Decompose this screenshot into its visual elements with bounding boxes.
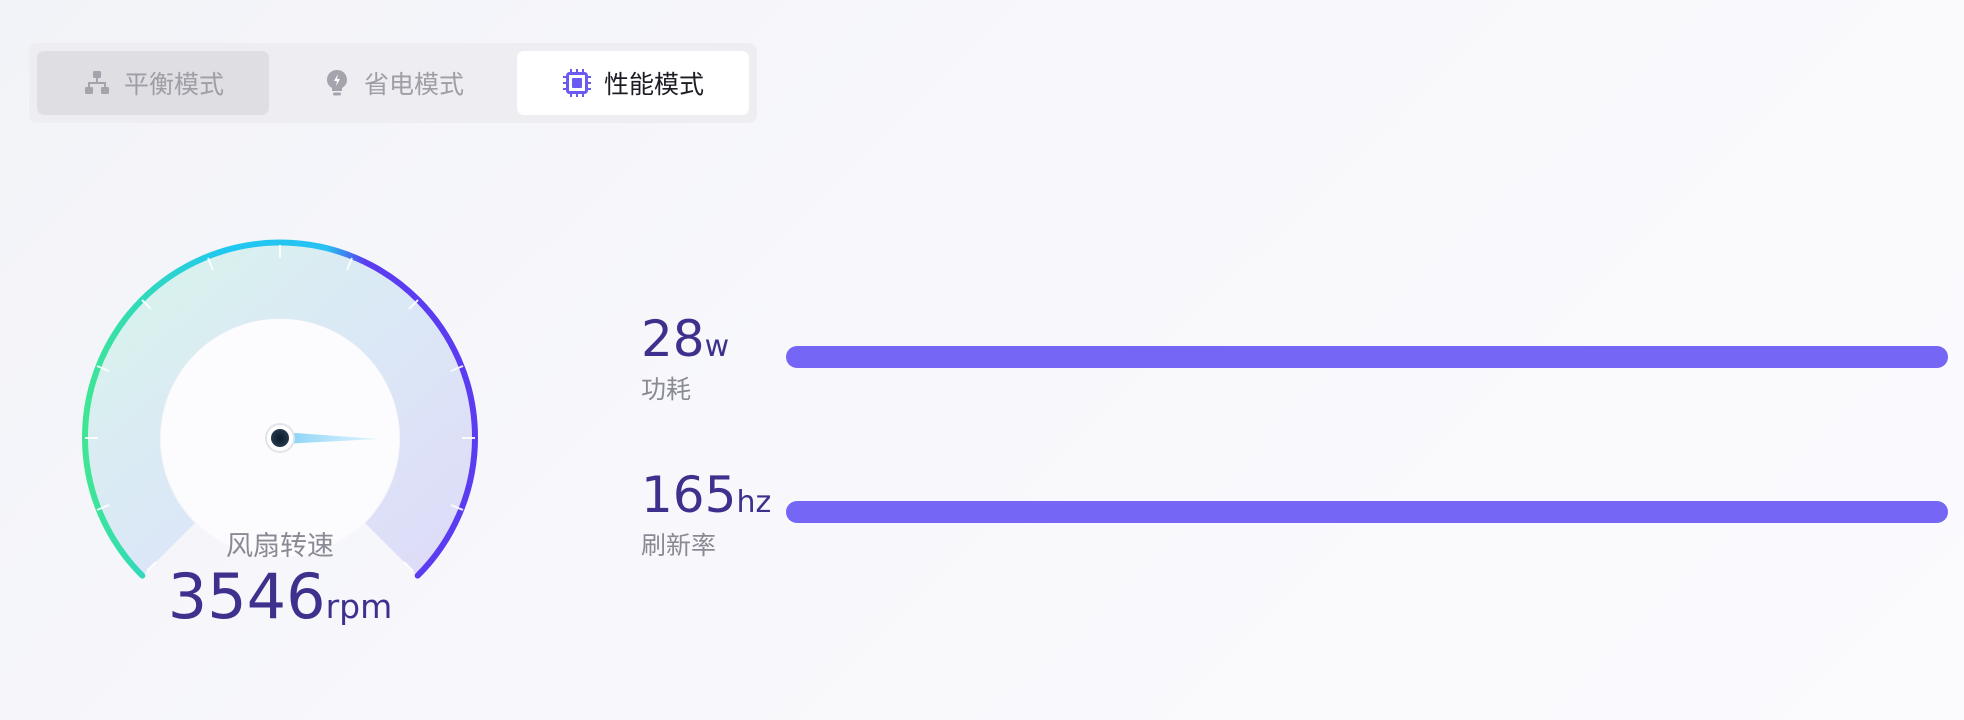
fan-speed-label: 风扇转速 [226,531,334,562]
power-consumption-metric: 28w 功耗 [641,314,729,406]
fan-speed-value: 3546rpm [130,566,430,628]
refresh-rate-bar [786,501,1948,523]
refresh-rate-unit: hz [736,485,772,520]
mode-switcher: 平衡模式 省电模式 性能模式 [29,43,757,123]
tab-performance-label: 性能模式 [603,70,704,99]
refresh-rate-metric: 165hz 刷新率 [641,470,771,562]
network-icon [82,68,112,98]
bulb-icon [322,68,352,98]
tab-power-saving-label: 省电模式 [363,70,464,99]
tab-performance-mode[interactable]: 性能模式 [517,51,749,115]
refresh-rate-number: 165 [641,466,737,524]
fan-speed-number: 3546 [167,560,326,633]
fan-speed-unit: rpm [325,587,393,626]
tab-power-saving-mode[interactable]: 省电模式 [277,51,509,115]
refresh-rate-value: 165hz [641,470,771,520]
refresh-rate-label: 刷新率 [641,531,717,560]
tab-balanced-label: 平衡模式 [123,70,224,99]
chip-icon [562,68,592,98]
power-label: 功耗 [641,375,692,404]
power-unit: w [704,329,730,364]
power-bar [786,346,1948,368]
tab-balanced-mode[interactable]: 平衡模式 [37,51,269,115]
power-number: 28 [641,310,705,368]
power-value: 28w [641,314,729,364]
